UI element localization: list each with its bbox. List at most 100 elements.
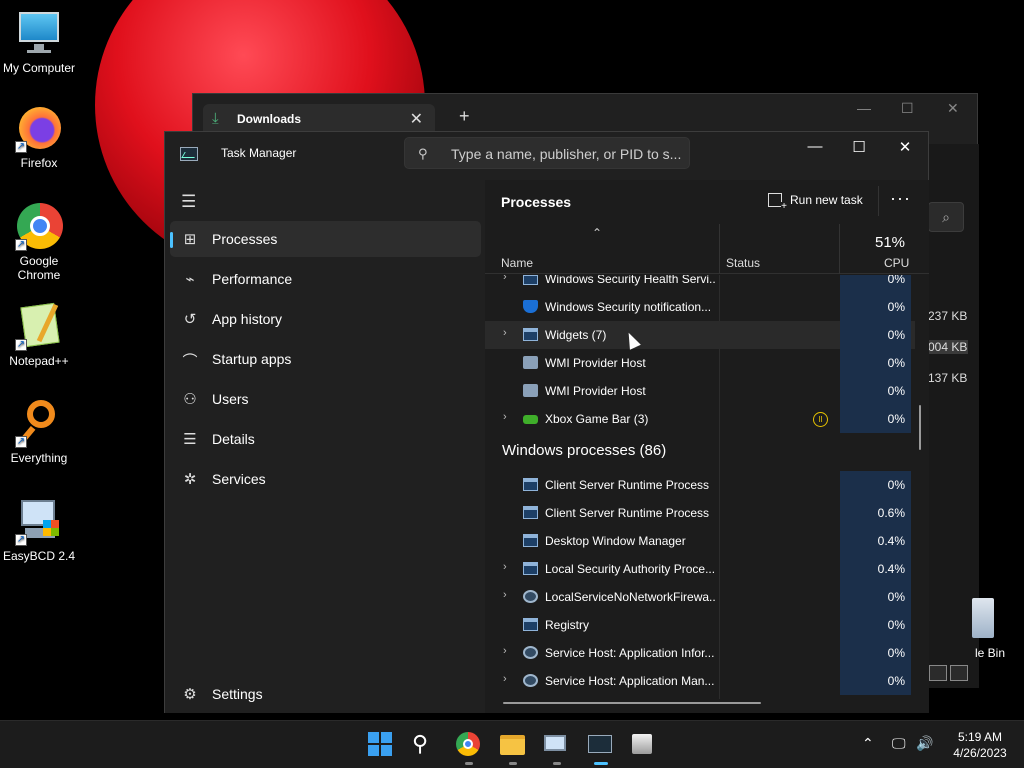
column-divider[interactable] (839, 224, 840, 274)
hamburger-menu-icon[interactable]: ☰ (181, 192, 196, 212)
desktop-icon-firefox[interactable]: ↗ Firefox (0, 105, 78, 170)
desktop-icon-easybcd[interactable]: ↗ EasyBCD 2.4 (0, 498, 78, 563)
tiles-view-icon[interactable] (950, 665, 968, 681)
column-name[interactable]: Name (501, 256, 533, 270)
horizontal-scrollbar[interactable] (503, 702, 761, 704)
cpu-total: 51% (875, 234, 906, 251)
process-row[interactable]: Windows Security notification... 0% (485, 293, 915, 321)
run-task-icon (768, 193, 787, 212)
group-header-cpu-cell (840, 433, 911, 471)
process-row[interactable]: › Service Host: Application Infor... 0% (485, 639, 915, 667)
minimize-icon[interactable]: — (857, 100, 871, 116)
process-row[interactable]: Desktop Window Manager 0.4% (485, 527, 915, 555)
expand-chevron-icon[interactable]: › (503, 673, 507, 685)
desktop-icon-chrome[interactable]: ↗ Google Chrome (0, 203, 78, 282)
process-row[interactable]: Client Server Runtime Process 0% (485, 471, 915, 499)
process-cpu: 0% (840, 321, 911, 349)
process-cpu: 0% (840, 611, 911, 639)
process-name: Service Host: Application Infor... (545, 646, 715, 660)
start-button[interactable] (368, 732, 394, 758)
show-hidden-icons-icon[interactable]: ⌃ (862, 735, 874, 752)
tab-downloads[interactable]: ⤓ Downloads ✕ (203, 104, 435, 134)
expand-chevron-icon[interactable]: › (503, 645, 507, 657)
task-manager-window[interactable]: Task Manager ⚲ — ☐ ✕ ☰ ⊞ Processes ⌁ Perfor… (164, 131, 929, 713)
sidebar-item-details[interactable]: ☰ Details (170, 421, 481, 457)
run-new-task-button[interactable]: Run new task (768, 193, 863, 212)
app-icon (632, 734, 652, 754)
process-name: Windows Security notification... (545, 300, 712, 314)
search-icon[interactable]: ⌕ (928, 202, 964, 232)
process-row[interactable]: › Service Host: Application Man... 0% (485, 667, 915, 695)
sidebar-item-performance[interactable]: ⌁ Performance (170, 261, 481, 297)
recycle-bin-icon[interactable] (972, 598, 994, 638)
process-row[interactable]: › Xbox Game Bar (3) II 0% (485, 405, 915, 433)
process-shield-icon (523, 300, 538, 313)
close-tab-icon[interactable]: ✕ (410, 109, 423, 129)
desktop-icon-my-computer[interactable]: My Computer (0, 10, 78, 75)
sidebar-item-app-history[interactable]: ↺ App history (170, 301, 481, 337)
expand-chevron-icon[interactable]: › (503, 275, 507, 283)
taskbar: ⚲ ⌃ 🖵 🔊 5:19 AM 4/26/2023 (0, 720, 1024, 768)
maximize-button[interactable]: ☐ (839, 138, 879, 156)
details-view-icon[interactable] (929, 665, 947, 681)
performance-icon: ⌁ (185, 271, 195, 288)
process-row[interactable]: Registry 0% (485, 611, 915, 639)
expand-chevron-icon[interactable]: › (503, 561, 507, 573)
file-size: 237 KB (928, 309, 968, 323)
clock[interactable]: 5:19 AM 4/26/2023 (945, 729, 1015, 761)
process-row[interactable]: Client Server Runtime Process 0.6% (485, 499, 915, 527)
file-size: 004 KB (928, 340, 968, 354)
desktop-icon-label: Notepad++ (9, 354, 69, 368)
more-options-button[interactable]: ··· (890, 188, 911, 209)
desktop-icon-label: Everything (10, 451, 68, 465)
taskbar-app[interactable] (632, 732, 658, 758)
expand-chevron-icon[interactable]: › (503, 589, 507, 601)
active-indicator (170, 232, 173, 248)
title-bar[interactable]: Task Manager ⚲ — ☐ ✕ (165, 132, 928, 180)
column-status[interactable]: Status (726, 256, 760, 270)
process-row[interactable]: › Widgets (7) 0% (485, 321, 915, 349)
remote-desktop-icon (544, 735, 566, 751)
process-row[interactable]: › Local Security Authority Proce... 0.4% (485, 555, 915, 583)
taskbar-remote-desktop[interactable] (544, 732, 570, 765)
expand-chevron-icon[interactable]: › (503, 411, 507, 423)
desktop-icon-everything[interactable]: ↗ Everything (0, 400, 78, 465)
sidebar-item-users[interactable]: ⚇ Users (170, 381, 481, 417)
paused-status-icon: II (813, 412, 828, 427)
volume-icon[interactable]: 🔊 (916, 735, 933, 752)
new-tab-button[interactable]: + (459, 106, 470, 127)
process-row[interactable]: WMI Provider Host 0% (485, 349, 915, 377)
close-button[interactable]: ✕ (885, 138, 925, 156)
sidebar-item-services[interactable]: ✲ Services (170, 461, 481, 497)
network-icon[interactable]: 🖵 (892, 735, 906, 752)
close-icon[interactable]: ✕ (947, 100, 959, 117)
view-toggle[interactable] (929, 665, 971, 686)
taskbar-task-manager[interactable] (588, 732, 614, 765)
sidebar-item-processes[interactable]: ⊞ Processes (170, 221, 481, 257)
taskbar-search-button[interactable]: ⚲ (412, 732, 438, 758)
sort-caret-icon[interactable]: ⌃ (592, 226, 602, 240)
desktop-icon-notepadpp[interactable]: ↗ Notepad++ (0, 302, 78, 368)
process-row[interactable]: WMI Provider Host 0% (485, 377, 915, 405)
expand-chevron-icon[interactable]: › (503, 327, 507, 339)
maximize-icon[interactable]: ☐ (901, 100, 914, 117)
taskbar-file-explorer[interactable] (500, 732, 526, 765)
minimize-button[interactable]: — (795, 138, 835, 155)
search-box[interactable]: ⚲ (404, 137, 690, 169)
sidebar-item-settings[interactable]: ⚙ Settings (170, 676, 481, 712)
search-input[interactable] (451, 144, 685, 164)
sidebar-item-label: Details (212, 431, 255, 447)
sidebar-item-startup-apps[interactable]: ⌒ Startup apps (170, 341, 481, 377)
tab-title: Downloads (237, 112, 302, 126)
sidebar-item-label: Settings (212, 686, 263, 702)
taskbar-chrome[interactable] (456, 732, 482, 765)
column-divider[interactable] (719, 224, 720, 274)
sidebar-item-label: Processes (212, 231, 278, 247)
file-explorer-icon (500, 735, 525, 755)
process-xbox-icon (523, 415, 538, 424)
process-row[interactable]: › Windows Security Health Servi... 0% (485, 275, 915, 293)
process-row[interactable]: › LocalServiceNoNetworkFirewa... 0% (485, 583, 915, 611)
vertical-scrollbar[interactable] (919, 405, 921, 450)
column-cpu[interactable]: CPU (884, 256, 909, 270)
process-cpu: 0% (840, 405, 911, 433)
